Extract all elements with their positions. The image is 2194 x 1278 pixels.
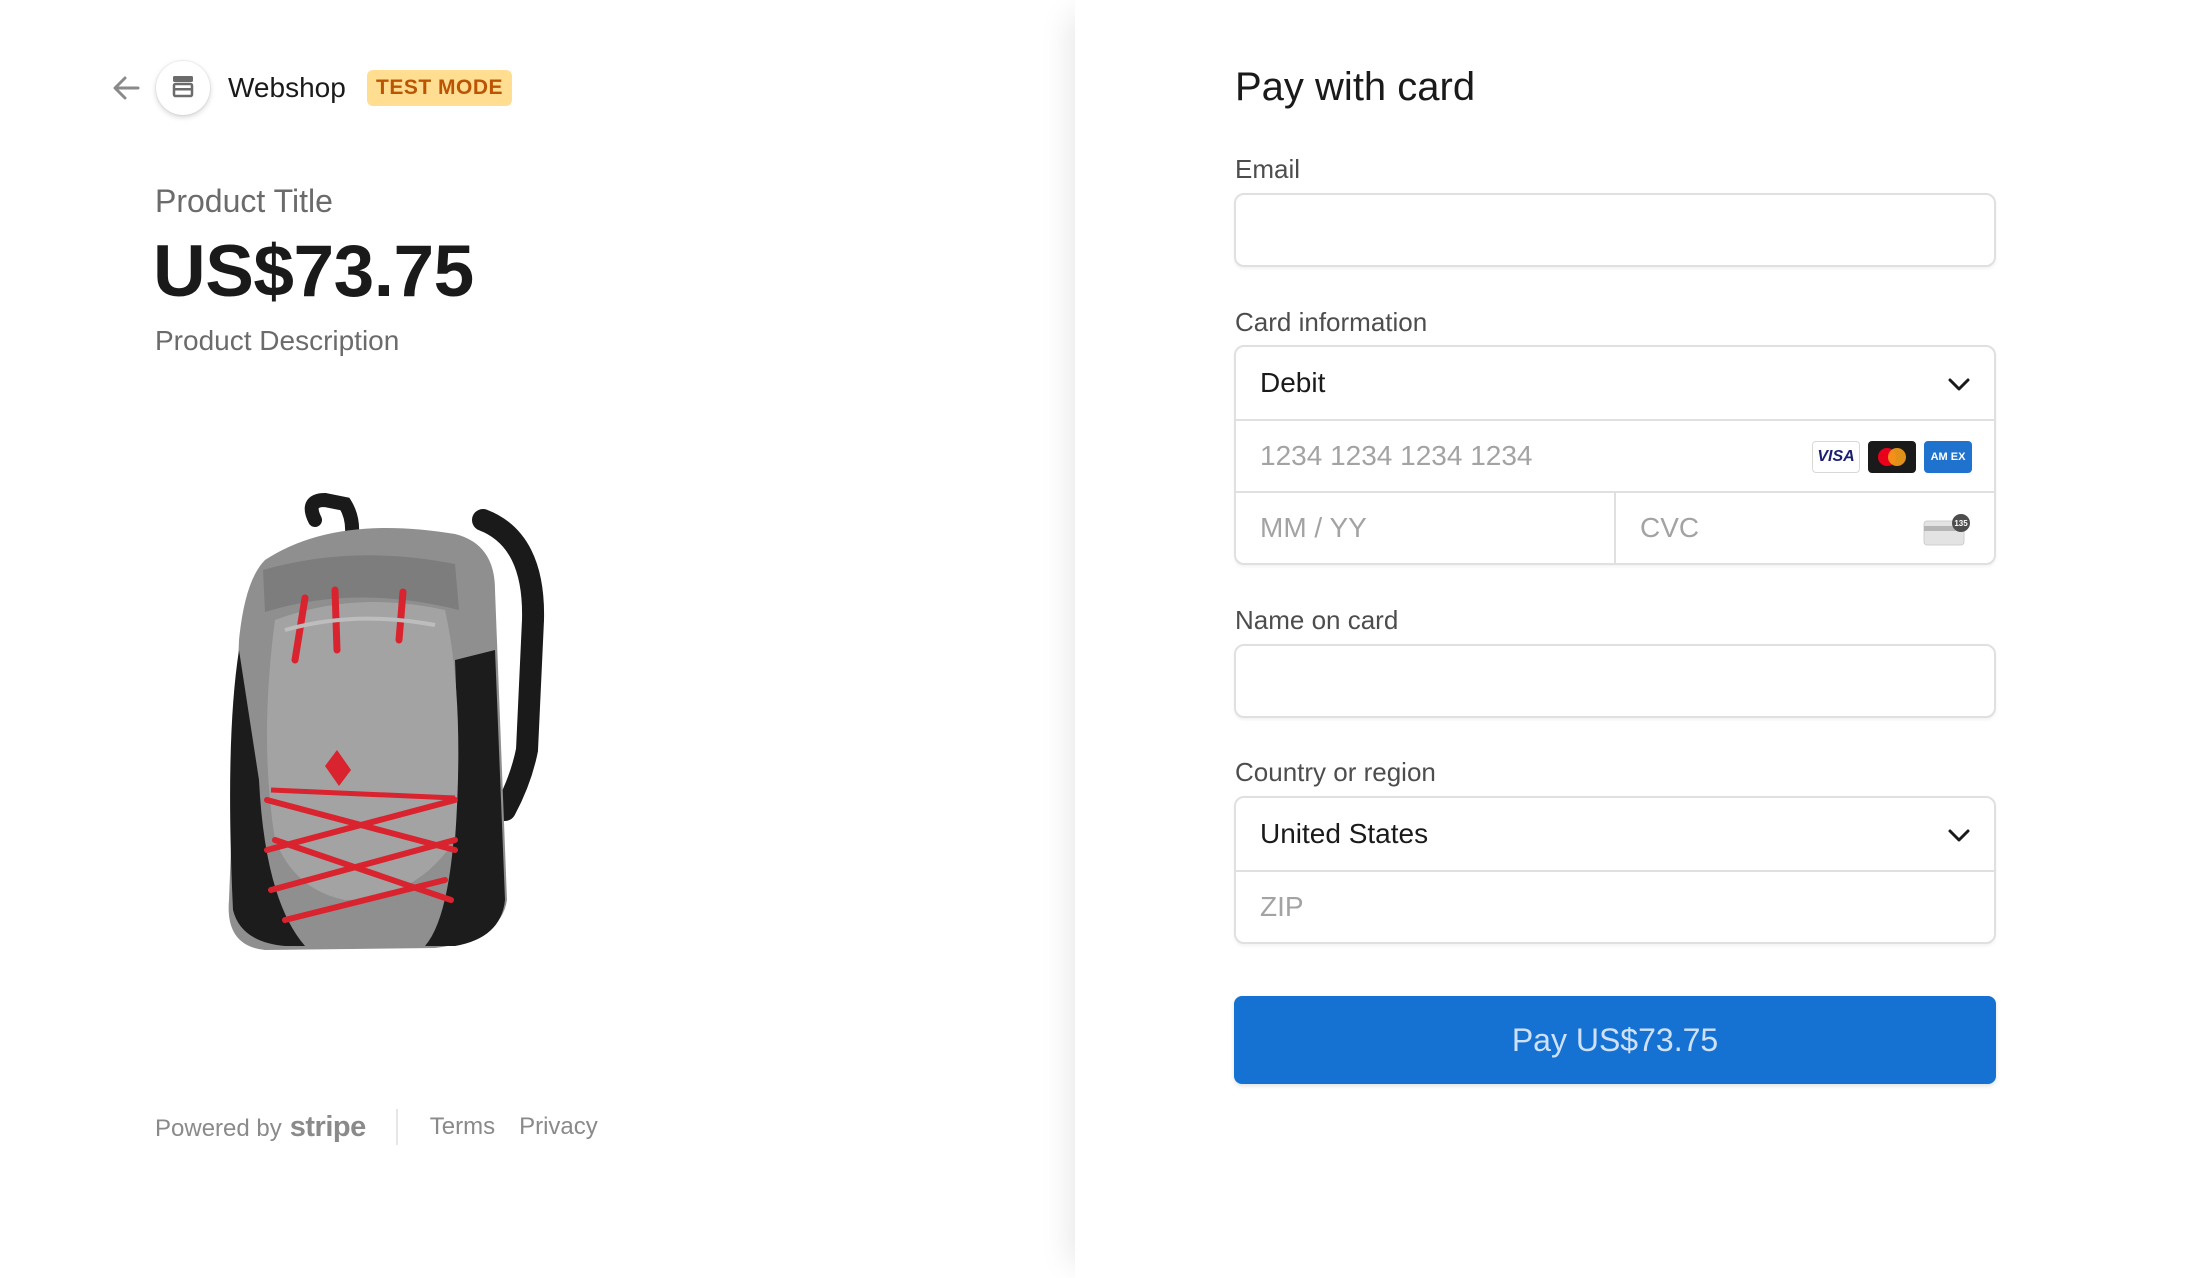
cvc-placeholder: CVC — [1640, 512, 1700, 543]
email-value — [1236, 195, 1994, 265]
payment-panel — [1075, 0, 2194, 1278]
cvc-icon-text: 135 — [1954, 519, 1968, 528]
product-price: US$73.75 — [153, 231, 474, 312]
footer: Powered by stripe Terms Privacy — [155, 1109, 622, 1145]
name-on-card-field[interactable] — [1234, 644, 1996, 718]
test-mode-badge: TEST MODE — [367, 70, 513, 106]
card-number-field[interactable]: 1234 1234 1234 1234 VISA AM EX — [1236, 419, 1994, 491]
card-type-value: Debit — [1260, 367, 1326, 398]
country-label: Country or region — [1235, 757, 1436, 787]
cvc-field[interactable]: CVC 135 — [1614, 493, 1994, 563]
card-info-group: Debit 1234 1234 1234 1234 VISA AM EX MM … — [1234, 345, 1996, 565]
footer-divider — [395, 1109, 398, 1145]
card-expiry-cvc-row: MM / YY CVC 135 — [1236, 491, 1994, 563]
cvc-card-icon: 135 — [1923, 514, 1970, 546]
stripe-logo: stripe — [289, 1110, 366, 1143]
powered-by-label: Powered by — [155, 1114, 282, 1142]
store-logo — [156, 61, 210, 115]
back-arrow-icon[interactable] — [108, 70, 144, 106]
card-info-label: Card information — [1235, 307, 1428, 337]
address-group: United States ZIP — [1234, 796, 1996, 944]
visa-icon: VISA — [1812, 441, 1860, 473]
product-description: Product Description — [155, 325, 400, 356]
country-select[interactable]: United States — [1236, 798, 1994, 870]
email-field[interactable] — [1234, 193, 1996, 267]
product-title: Product Title — [155, 183, 333, 219]
card-type-select[interactable]: Debit — [1236, 347, 1994, 419]
zip-field[interactable]: ZIP — [1236, 870, 1994, 942]
powered-by[interactable]: Powered by stripe — [155, 1111, 366, 1144]
chevron-down-icon — [1948, 829, 1970, 842]
mastercard-icon — [1868, 441, 1916, 473]
expiry-field[interactable]: MM / YY — [1236, 493, 1614, 563]
amex-icon: AM EX — [1924, 441, 1972, 473]
expiry-placeholder: MM / YY — [1260, 512, 1367, 543]
product-image — [155, 480, 635, 960]
country-value: United States — [1260, 818, 1429, 849]
form-title: Pay with card — [1235, 65, 1476, 109]
terms-link[interactable]: Terms — [430, 1113, 495, 1141]
name-value — [1236, 646, 1994, 716]
zip-placeholder: ZIP — [1260, 891, 1304, 922]
email-label: Email — [1235, 154, 1301, 184]
product-panel: Webshop TEST MODE Product Title US$73.75… — [0, 0, 1075, 1278]
chevron-down-icon — [1948, 378, 1970, 391]
card-brands: VISA AM EX — [1812, 441, 1972, 473]
card-number-placeholder: 1234 1234 1234 1234 — [1260, 440, 1533, 471]
pay-button[interactable]: Pay US$73.75 — [1234, 996, 1996, 1084]
shop-name: Webshop — [228, 72, 346, 103]
privacy-link[interactable]: Privacy — [519, 1113, 598, 1141]
store-icon — [170, 73, 196, 104]
name-label: Name on card — [1235, 605, 1399, 635]
